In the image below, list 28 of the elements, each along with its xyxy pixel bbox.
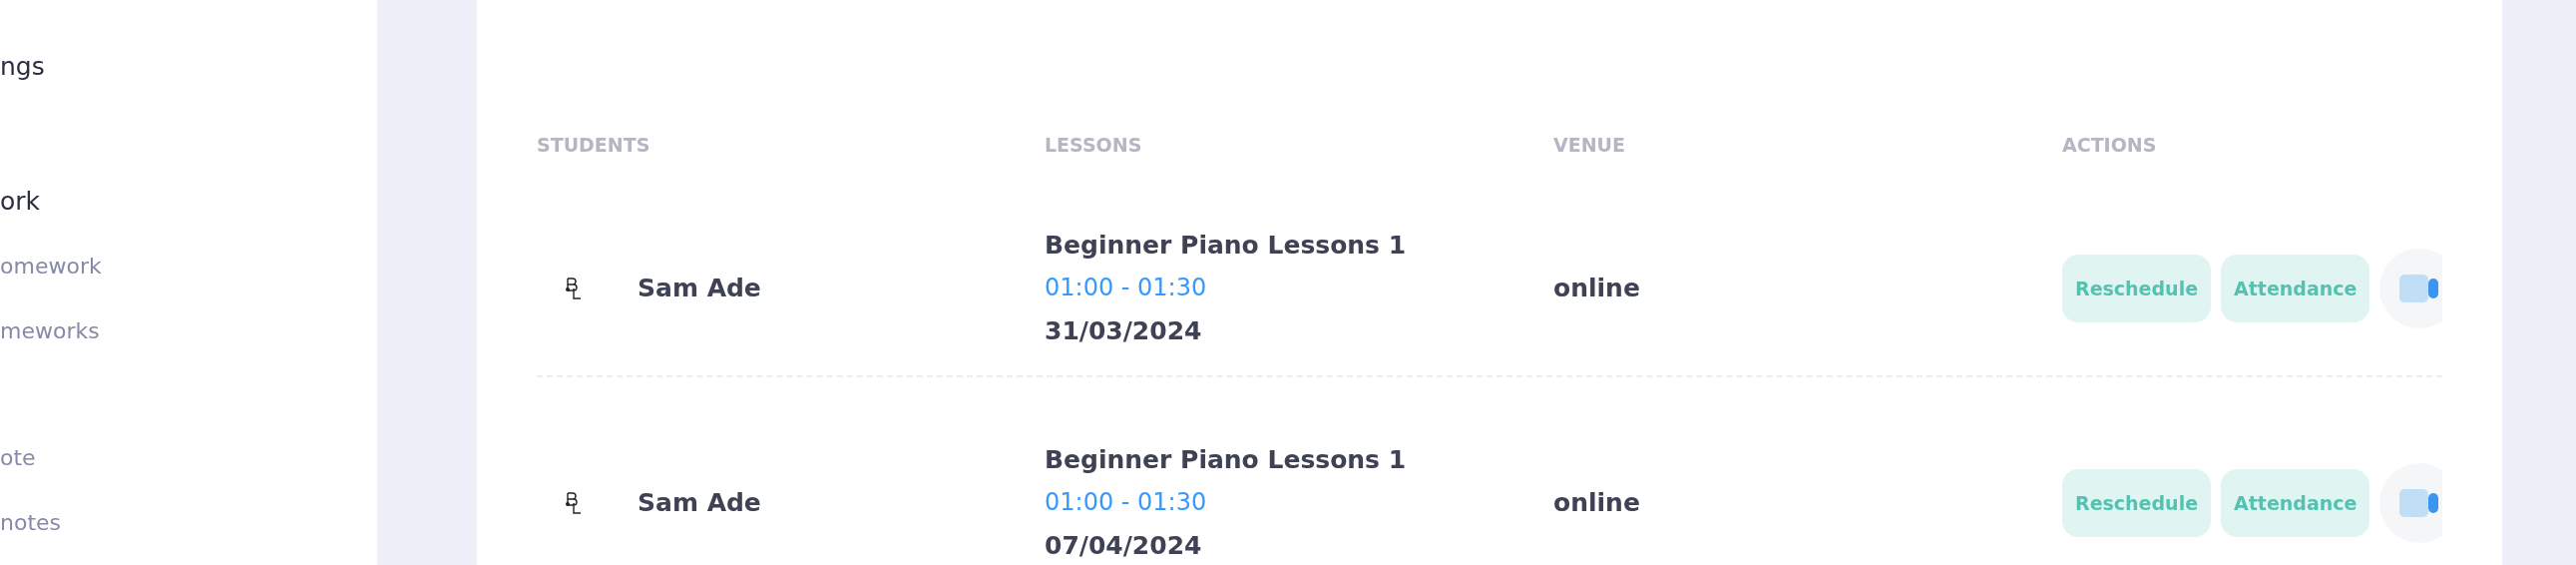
lesson-time: 01:00 - 01:30: [1045, 273, 1208, 303]
attendance-button[interactable]: Attendance: [2221, 468, 2370, 537]
sidebar-item[interactable]: notes: [0, 510, 377, 535]
column-header: ACTIONS: [2062, 134, 2157, 156]
column-header: VENUE: [1553, 134, 1625, 156]
column-header: STUDENTS: [537, 134, 650, 156]
sidebar-section-title: ngs: [0, 52, 46, 81]
sidebar-item[interactable]: omework: [0, 254, 377, 279]
lesson-title: Beginner Piano Lessons 1: [1045, 230, 1408, 262]
lesson-time: 01:00 - 01:30: [1045, 487, 1208, 518]
logo-icon: [564, 276, 584, 300]
column-header: LESSONS: [1045, 134, 1142, 156]
reschedule-button[interactable]: Reschedule: [2062, 468, 2212, 537]
video-camera-icon: [2399, 488, 2440, 517]
sidebar-item[interactable]: ote: [0, 445, 377, 470]
sidebar-item[interactable]: meworks: [0, 318, 377, 343]
venue-text: online: [1553, 274, 1640, 302]
lesson-date: 07/04/2024: [1045, 530, 1203, 562]
venue-text: online: [1553, 488, 1640, 517]
lesson-date: 31/03/2024: [1045, 315, 1203, 347]
attendance-button[interactable]: Attendance: [2221, 254, 2370, 322]
student-name: Sam Ade: [638, 488, 761, 517]
lesson-title: Beginner Piano Lessons 1: [1045, 444, 1408, 476]
reschedule-button[interactable]: Reschedule: [2062, 254, 2212, 322]
logo-icon: [564, 490, 584, 515]
student-name: Sam Ade: [638, 274, 761, 302]
sidebar-section-title: ork: [0, 187, 42, 216]
video-camera-icon: [2399, 274, 2440, 302]
